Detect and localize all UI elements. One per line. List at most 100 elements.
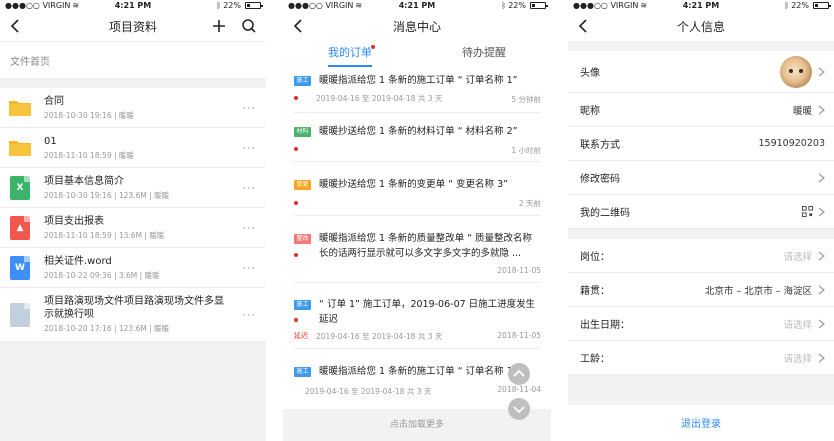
back-button[interactable] (291, 17, 307, 35)
generic-file-icon (8, 302, 32, 327)
position-value: 请选择 (783, 251, 812, 263)
message-item[interactable]: 整改 暖暖指派给您 1 条新的质量整改单 “ 质量整改名称长的话两行显示就可以多… (294, 225, 541, 283)
list-item[interactable]: 合同 2018-10-30 19:16 | 暖暖 ··· (0, 88, 266, 128)
message-center-screen: ●●●○○ VIRGIN ≋ 4:21 PM ᛒ 22% 消息中心 我的订单 待办提… (283, 0, 551, 441)
battery-icon (245, 2, 263, 9)
message-tag: 施工 (294, 76, 311, 86)
message-text: 暖暖抄送给您 1 条新的材料订单 “ 材料名称 2” (319, 126, 518, 137)
scroll-down-button[interactable] (508, 398, 530, 420)
file-name: 项目路演现场文件项目路演现场文件多显示就换行呗 (44, 296, 224, 320)
message-time: 2 天前 (518, 199, 541, 208)
avatar (780, 55, 812, 88)
list-item[interactable]: 01 2018-11-10 18:59 | 暖暖 ··· (0, 128, 266, 168)
nickname-value: 暖暖 (792, 105, 812, 117)
unread-dot (294, 96, 298, 100)
folder-icon (8, 96, 32, 120)
message-item[interactable]: 材料 暖暖抄送给您 1 条新的材料订单 “ 材料名称 2” 1 小时前 (294, 120, 541, 162)
list-item[interactable]: ▲ 项目支出报表 2018-11-10 18:59 | 13.6M | 暖暖 ··… (0, 208, 266, 248)
row-label: 昵称 (580, 106, 600, 117)
hometown-value: 北京市 – 北京市 – 海淀区 (704, 285, 812, 297)
row-label: 我的二维码 (580, 208, 630, 219)
carrier-label: ●●●○○ VIRGIN (288, 1, 354, 10)
message-tag: 施工 (294, 300, 311, 310)
tab-label: 我的订单 (328, 46, 372, 59)
message-tag: 变更 (294, 180, 311, 190)
chevron-right-icon (818, 105, 825, 114)
file-meta: 2018-10-30 19:16 | 123.6M | 暖暖 (44, 190, 170, 200)
status-bar: ●●●○○ VIRGIN ≋ 4:21 PM ᛒ 22% (0, 0, 266, 11)
position-row[interactable]: 岗位： 请选择 (568, 239, 834, 273)
message-text: 暖暖抄送给您 1 条新的变更单 “ 变更名称 3” (319, 179, 509, 190)
add-button[interactable] (211, 18, 227, 34)
back-button[interactable] (576, 17, 592, 35)
chevron-right-icon (818, 173, 825, 182)
message-time: 1 小时前 (511, 146, 541, 155)
message-item[interactable]: 施工 暖暖指派给您 1 条新的施工订单 “ 订单名称 1” 2019-04-16… (294, 358, 541, 402)
list-item[interactable]: X 项目基本信息简介 2018-10-30 19:16 | 123.6M | 暖暖… (0, 168, 266, 208)
contact-row[interactable]: 联系方式 15910920203 (568, 127, 834, 161)
wifi-icon: ≋ (72, 1, 80, 10)
file-meta: 2018-10-20 17:16 | 123.6M | 暖暖 (44, 324, 170, 333)
battery-icon (530, 2, 548, 9)
message-item[interactable]: 施工 暖暖指派给您 1 条新的施工订单 “ 订单名称 1” 2019-04-16… (294, 69, 541, 113)
message-time: 2018-11-05 (497, 331, 541, 340)
tab-my-orders[interactable]: 我的订单 (283, 41, 417, 69)
word-file-icon: W (8, 255, 32, 280)
chevron-right-icon (818, 207, 825, 216)
message-item[interactable]: 变更 暖暖抄送给您 1 条新的变更单 “ 变更名称 3” 2 天前 (294, 172, 541, 216)
back-button[interactable] (8, 17, 24, 35)
tab-bar: 我的订单 待办提醒 (283, 41, 551, 69)
battery-percent: 22% (223, 1, 241, 10)
tab-todo-reminders[interactable]: 待办提醒 (417, 41, 551, 69)
birth-date-row[interactable]: 出生日期： 请选择 (568, 307, 834, 341)
bluetooth-icon: ᛒ (501, 1, 507, 10)
chevron-right-icon (818, 319, 825, 328)
hometown-row[interactable]: 籍贯： 北京市 – 北京市 – 海淀区 (568, 273, 834, 307)
list-item[interactable]: W 相关证件.word 2018-10-22 09:36 | 3.6M | 暖暖 … (0, 248, 266, 288)
work-years-row[interactable]: 工龄： 请选择 (568, 341, 834, 375)
search-button[interactable] (241, 18, 257, 34)
page-title: 消息中心 (392, 19, 441, 34)
bluetooth-icon: ᛒ (216, 1, 222, 10)
list-item[interactable]: 项目路演现场文件项目路演现场文件多显示就换行呗 2018-10-20 17:16 … (0, 288, 266, 342)
message-time: 5 分钟前 (511, 95, 541, 104)
row-label: 修改密码 (580, 174, 620, 185)
image-file-icon: ▲ (8, 215, 32, 240)
file-meta: 2018-10-22 09:36 | 3.6M | 暖暖 (44, 270, 160, 280)
file-meta: 2018-10-30 19:16 | 暖暖 (44, 110, 134, 120)
chevron-left-icon (10, 19, 19, 33)
message-date-range: 2019-04-16 至 2019-04-18 共 3 天 (316, 94, 443, 103)
logout-button[interactable]: 退出登录 (568, 405, 834, 441)
change-password-row[interactable]: 修改密码 (568, 161, 834, 195)
file-name: 项目支出报表 (44, 215, 104, 227)
row-label: 出生日期： (580, 320, 630, 331)
more-icon[interactable]: ··· (243, 221, 257, 234)
more-icon[interactable]: ··· (243, 308, 257, 321)
page-title: 个人信息 (676, 19, 725, 34)
nav-bar: 消息中心 (283, 11, 551, 41)
more-icon[interactable]: ··· (243, 141, 257, 154)
message-time: 2018-11-04 (497, 385, 541, 394)
qr-code-row[interactable]: 我的二维码 (568, 195, 834, 229)
breadcrumb[interactable]: 文件首页 (0, 42, 266, 78)
more-icon[interactable]: ··· (243, 261, 257, 274)
nav-bar: 项目资料 (0, 11, 266, 41)
avatar-row[interactable]: 头像 (568, 51, 834, 93)
row-label: 工龄： (580, 354, 610, 365)
more-icon[interactable]: ··· (243, 181, 257, 194)
phone-value: 15910920203 (758, 138, 826, 149)
file-name: 01 (44, 135, 57, 147)
message-item[interactable]: 施工 “ 订单 1” 施工订单，2019-06-07 日施工进度发生延迟 延迟 … (294, 291, 541, 349)
row-label: 籍贯： (580, 286, 610, 297)
excel-file-icon: X (8, 175, 32, 200)
unread-dot (294, 147, 298, 151)
nickname-row[interactable]: 昵称 暖暖 (568, 93, 834, 127)
carrier-label: ●●●○○ VIRGIN (573, 1, 639, 10)
birth-date-value: 请选择 (783, 319, 812, 331)
row-label: 联系方式 (580, 140, 620, 151)
scroll-up-button[interactable] (508, 363, 530, 385)
file-meta: 2018-11-10 18:59 | 暖暖 (44, 150, 134, 160)
unread-dot (294, 318, 298, 322)
message-tag: 整改 (294, 234, 311, 244)
more-icon[interactable]: ··· (243, 101, 257, 114)
